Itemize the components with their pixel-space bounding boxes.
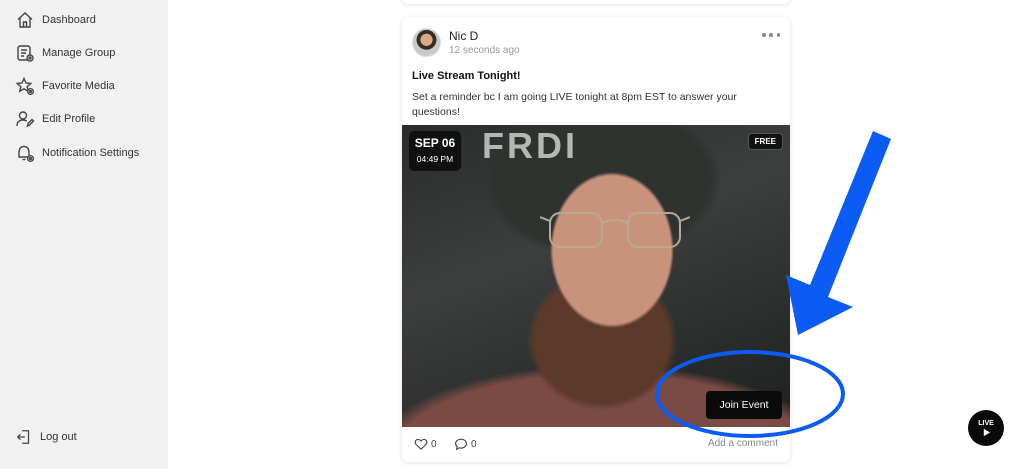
user-edit-icon [16, 111, 35, 128]
play-icon [983, 428, 990, 436]
event-date: SEP 06 [414, 136, 456, 150]
more-dots-icon [762, 33, 766, 37]
sidebar-item-edit-profile[interactable]: Edit Profile [15, 108, 95, 130]
post-title: Live Stream Tonight! [412, 70, 521, 82]
sidebar-item-favorite-media[interactable]: Favorite Media [15, 75, 115, 97]
sidebar: Dashboard Manage Group Favorite Media Ed… [0, 0, 168, 469]
more-dots-icon [769, 33, 773, 37]
event-time: 04:49 PM [416, 154, 454, 164]
cap-print: FRDI [482, 125, 578, 166]
sidebar-item-manage-group[interactable]: Manage Group [15, 42, 115, 64]
glasses-shape [540, 212, 690, 248]
sidebar-item-notification-settings[interactable]: Notification Settings [15, 142, 139, 164]
logout-button[interactable]: Log out [15, 428, 77, 446]
post-body: Set a reminder bc I am going LIVE tonigh… [412, 91, 737, 118]
sidebar-item-label: Manage Group [42, 47, 116, 59]
more-options-button[interactable] [762, 29, 780, 41]
comment-button[interactable]: 0 [454, 437, 477, 451]
previous-post-card [402, 0, 790, 4]
comment-count: 0 [471, 438, 477, 450]
post-timestamp: 12 seconds ago [449, 45, 520, 56]
logout-label: Log out [40, 431, 77, 443]
heart-icon [414, 438, 428, 451]
bell-settings-icon [18, 145, 34, 162]
home-icon [17, 12, 33, 28]
annotation-ellipse [655, 350, 845, 438]
sidebar-item-label: Favorite Media [42, 80, 115, 92]
logout-icon [16, 430, 30, 444]
more-dots-icon [776, 33, 780, 37]
like-button[interactable]: 0 [414, 437, 437, 451]
live-button[interactable]: LIVE [968, 410, 1004, 446]
manage-group-icon [17, 45, 34, 62]
sidebar-item-label: Dashboard [42, 14, 96, 26]
annotation-arrow [786, 131, 891, 335]
comment-icon [455, 438, 467, 451]
sidebar-item-label: Notification Settings [42, 147, 140, 159]
event-date-badge: SEP 06 04:49 PM [409, 131, 461, 171]
star-settings-icon [15, 76, 34, 95]
sidebar-item-label: Edit Profile [42, 113, 96, 125]
like-count: 0 [431, 438, 437, 450]
avatar[interactable] [412, 28, 441, 57]
post-author[interactable]: Nic D [449, 29, 478, 43]
live-label: LIVE [978, 419, 994, 427]
sidebar-item-dashboard[interactable]: Dashboard [15, 9, 96, 31]
